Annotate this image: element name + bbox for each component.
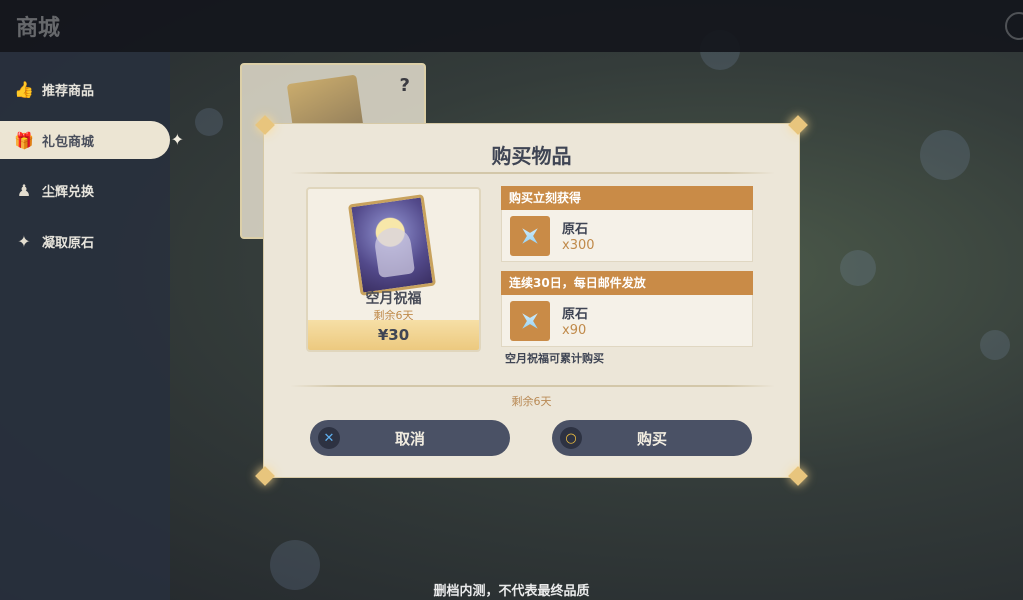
- cumulative-note: 空月祝福可累计购买: [505, 352, 604, 365]
- sidebar-item-label: 尘辉兑换: [42, 184, 95, 200]
- item-art: [347, 194, 437, 296]
- buy-button[interactable]: ○ 购买: [552, 420, 752, 456]
- sidebar-item-gift-shop[interactable]: 🎁 礼包商城: [0, 121, 184, 159]
- item-price: ¥30: [308, 320, 479, 350]
- top-bar: 商城: [0, 0, 1023, 52]
- corner-ornament: [788, 115, 808, 135]
- sidebar-item-label: 礼包商城: [42, 134, 95, 150]
- item-name: 空月祝福: [365, 291, 422, 307]
- sparkle-icon: ✦: [17, 231, 31, 251]
- sidebar-item-recommended[interactable]: 👍 推荐商品: [0, 70, 170, 108]
- sidebar: 👍 推荐商品 🎁 礼包商城 ♟ 尘辉兑换 ✦ 凝取原石: [0, 52, 184, 600]
- background-bokeh: [840, 250, 876, 286]
- section-header: 购买立刻获得: [501, 186, 753, 210]
- section-header: 连续30日，每日邮件发放: [501, 271, 753, 295]
- cancel-button[interactable]: ✕ 取消: [310, 420, 510, 456]
- remaining-days: 剩余6天: [511, 395, 552, 408]
- corner-ornament: [255, 466, 275, 486]
- primogem-icon: [510, 216, 550, 256]
- page-title: 商城: [16, 16, 61, 41]
- primogem-icon: [510, 301, 550, 341]
- reward-name: 原石: [562, 222, 589, 237]
- gift-icon: 🎁: [14, 130, 34, 150]
- dialog-title: 购买物品: [491, 144, 572, 168]
- reward-quantity: x90: [562, 323, 587, 338]
- reward-section-immediate: 购买立刻获得 原石 x300: [501, 186, 753, 262]
- background-bokeh: [195, 108, 223, 136]
- background-bokeh: [980, 330, 1010, 360]
- button-label: 购买: [636, 429, 667, 448]
- purchase-dialog: 购买物品 空月祝福 剩余6天 ¥30 购买立刻获得 原石 x300 连续30日，…: [255, 115, 808, 486]
- reward-name: 原石: [562, 307, 589, 322]
- close-icon[interactable]: [1005, 12, 1023, 40]
- item-card: 空月祝福 剩余6天 ¥30: [306, 187, 481, 352]
- sidebar-item-label: 凝取原石: [42, 235, 95, 251]
- button-label: 取消: [394, 429, 425, 448]
- reward-row: 原石 x90: [501, 295, 753, 347]
- x-button-icon: ✕: [318, 427, 340, 449]
- reward-section-daily: 连续30日，每日邮件发放 原石 x90: [501, 271, 753, 347]
- divider: [290, 385, 775, 387]
- circle-button-icon: ○: [560, 427, 582, 449]
- sidebar-item-label: 推荐商品: [42, 83, 95, 99]
- reward-quantity: x300: [562, 238, 595, 253]
- divider: [290, 172, 775, 174]
- reward-row: 原石 x300: [501, 210, 753, 262]
- sidebar-item-stardust-exchange[interactable]: ♟ 尘辉兑换: [0, 171, 170, 209]
- corner-ornament: [788, 466, 808, 486]
- help-icon[interactable]: ?: [400, 75, 410, 96]
- stardust-icon: ♟: [16, 180, 32, 200]
- thumbs-up-icon: 👍: [14, 79, 34, 99]
- sidebar-item-primogems[interactable]: ✦ 凝取原石: [0, 222, 170, 260]
- background-bokeh: [920, 130, 970, 180]
- footer-disclaimer: 删档内测，不代表最终品质: [433, 584, 590, 599]
